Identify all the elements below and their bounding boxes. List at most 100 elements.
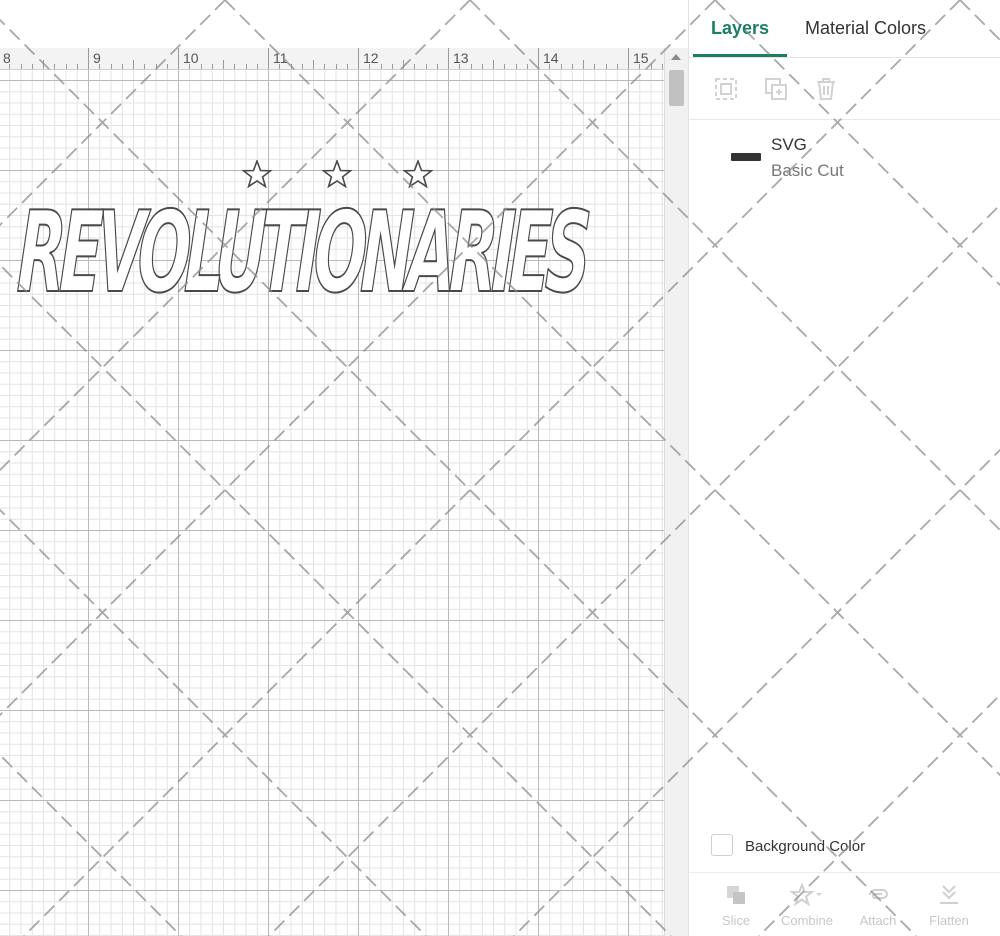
layers-panel: Layers Material Colors SVG Basic Cut Bac… bbox=[688, 0, 1000, 936]
ruler-tick bbox=[650, 64, 652, 69]
ruler-tick bbox=[9, 64, 11, 69]
ruler-tick bbox=[358, 48, 359, 69]
canvas-top-strip bbox=[0, 0, 688, 48]
ruler-tick bbox=[155, 64, 157, 69]
ruler-tick bbox=[234, 64, 236, 69]
ruler-tick bbox=[594, 64, 596, 69]
star-icon bbox=[322, 160, 352, 188]
ruler-label: 10 bbox=[183, 50, 199, 66]
ruler-tick bbox=[20, 64, 22, 69]
ruler-tick bbox=[43, 60, 44, 69]
ruler-tick bbox=[661, 64, 663, 69]
ruler-tick bbox=[144, 64, 146, 69]
tab-material-colors[interactable]: Material Colors bbox=[805, 18, 926, 39]
ruler-tick bbox=[324, 64, 326, 69]
design-wordmark: REVOLUTIONARIES bbox=[15, 187, 589, 318]
ruler-tick bbox=[493, 60, 494, 69]
ruler-tick bbox=[459, 64, 461, 69]
ruler-tick bbox=[369, 64, 371, 69]
background-color-label: Background Color bbox=[745, 838, 866, 855]
active-tab-indicator bbox=[693, 54, 787, 57]
ruler-tick bbox=[245, 64, 247, 69]
layer-bottom-toolbar: Slice Combine Attach Flatten bbox=[689, 872, 1000, 936]
design-canvas-area[interactable]: 8 9 10 11 12 13 14 15 REVOLUTIONARIES bbox=[0, 0, 688, 936]
ruler-label: 14 bbox=[543, 50, 559, 66]
ruler-tick bbox=[211, 64, 213, 69]
ruler-tick bbox=[110, 64, 112, 69]
ruler-label: 13 bbox=[453, 50, 469, 66]
layer-name: SVG bbox=[771, 135, 807, 154]
ruler-tick bbox=[403, 60, 404, 69]
horizontal-ruler: 8 9 10 11 12 13 14 15 bbox=[0, 48, 664, 70]
slice-icon bbox=[727, 886, 745, 904]
duplicate-icon[interactable] bbox=[763, 76, 789, 102]
ruler-tick bbox=[54, 64, 56, 69]
attach-label: Attach bbox=[859, 913, 897, 928]
flatten-button[interactable]: Flatten bbox=[919, 883, 979, 928]
ruler-label: 12 bbox=[363, 50, 379, 66]
ruler-tick bbox=[121, 64, 123, 69]
ruler-tick bbox=[166, 64, 168, 69]
ruler-tick bbox=[425, 64, 427, 69]
ruler-tick bbox=[481, 64, 483, 69]
layer-item[interactable]: SVG Basic Cut bbox=[689, 121, 1000, 191]
ruler-tick bbox=[583, 60, 584, 69]
svg-design[interactable]: REVOLUTIONARIES bbox=[0, 160, 664, 350]
layer-actions-toolbar bbox=[689, 58, 1000, 120]
panel-tabs: Layers Material Colors bbox=[689, 0, 1000, 58]
ruler-tick bbox=[538, 48, 539, 69]
slice-button[interactable]: Slice bbox=[706, 883, 766, 928]
ruler-tick bbox=[335, 64, 337, 69]
ruler-tick bbox=[99, 64, 101, 69]
layer-thumbnail bbox=[731, 153, 761, 161]
ruler-tick bbox=[88, 48, 89, 69]
ruler-tick bbox=[504, 64, 506, 69]
ruler-tick bbox=[605, 64, 607, 69]
star-icon bbox=[403, 160, 433, 188]
layer-operation-type[interactable]: Basic Cut bbox=[771, 161, 844, 181]
ruler-tick bbox=[65, 64, 67, 69]
tab-layers[interactable]: Layers bbox=[711, 18, 769, 39]
delete-icon[interactable] bbox=[813, 76, 839, 102]
group-icon[interactable] bbox=[713, 76, 739, 102]
background-color-swatch[interactable] bbox=[711, 834, 733, 856]
ruler-tick bbox=[313, 60, 314, 69]
ruler-tick bbox=[639, 64, 641, 69]
attach-button[interactable]: Attach bbox=[848, 883, 908, 928]
ruler-tick bbox=[571, 64, 573, 69]
ruler-tick bbox=[628, 48, 629, 69]
ruler-tick bbox=[616, 64, 618, 69]
ruler-tick bbox=[448, 48, 449, 69]
ruler-tick bbox=[380, 64, 382, 69]
ruler-tick bbox=[223, 60, 224, 69]
ruler-tick bbox=[470, 64, 472, 69]
ruler-tick bbox=[279, 64, 281, 69]
slice-label: Slice bbox=[721, 913, 751, 928]
combine-button[interactable]: Combine bbox=[777, 883, 837, 928]
ruler-tick bbox=[549, 64, 551, 69]
combine-label: Combine bbox=[780, 913, 834, 928]
star-icon bbox=[242, 160, 272, 188]
ruler-tick bbox=[290, 64, 292, 69]
vertical-scrollbar[interactable] bbox=[664, 48, 688, 936]
ruler-tick bbox=[189, 64, 191, 69]
ruler-tick bbox=[414, 64, 416, 69]
ruler-label: 15 bbox=[633, 50, 649, 66]
ruler-tick bbox=[76, 64, 78, 69]
flatten-label: Flatten bbox=[929, 913, 969, 928]
ruler-tick bbox=[133, 60, 134, 69]
ruler-tick bbox=[436, 64, 438, 69]
ruler-tick bbox=[515, 64, 517, 69]
ruler-tick bbox=[256, 64, 258, 69]
ruler-tick bbox=[560, 64, 562, 69]
ruler-tick bbox=[178, 48, 179, 69]
background-color-control: Background Color bbox=[689, 830, 1000, 866]
ruler-tick bbox=[268, 48, 269, 69]
ruler-tick bbox=[526, 64, 528, 69]
ruler-tick bbox=[391, 64, 393, 69]
scrollbar-thumb[interactable] bbox=[669, 70, 684, 106]
combine-icon bbox=[790, 883, 822, 907]
scroll-up-arrow-icon[interactable] bbox=[671, 54, 681, 60]
ruler-tick bbox=[31, 64, 33, 69]
flatten-icon bbox=[940, 885, 958, 904]
